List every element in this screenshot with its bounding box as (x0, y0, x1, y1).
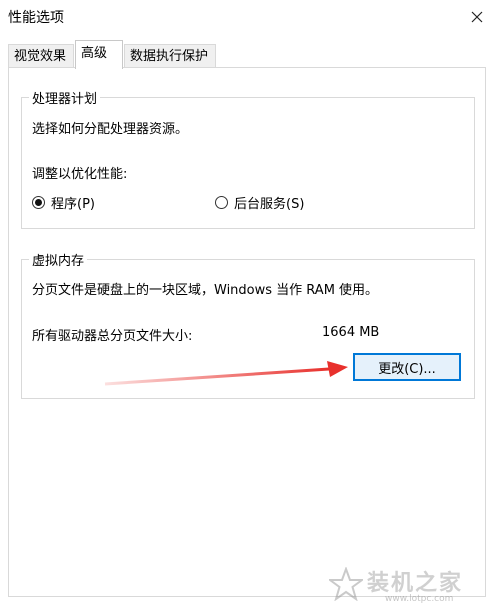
tab-advanced[interactable]: 高级 (75, 40, 123, 69)
watermark-url: www.lotpc.com (385, 594, 454, 604)
tab-data-execution-prevention[interactable]: 数据执行保护 (124, 44, 216, 67)
title-bar: 性能选项 (0, 0, 500, 34)
close-button[interactable] (454, 0, 500, 34)
window-title: 性能选项 (8, 10, 64, 26)
arrow-head-icon (327, 361, 348, 377)
watermark-text: 装机之家 (367, 571, 464, 596)
close-icon (471, 11, 483, 23)
watermark: 装机之家 www.lotpc.com (327, 561, 492, 609)
tab-panel-advanced: 处理器计划 选择如何分配处理器资源。 调整以优化性能: 程序(P) 后台服务(S… (8, 67, 486, 597)
tab-visual-effects[interactable]: 视觉效果 (8, 44, 74, 67)
red-arrow-annotation (104, 361, 348, 386)
star-logo-icon (329, 567, 363, 601)
